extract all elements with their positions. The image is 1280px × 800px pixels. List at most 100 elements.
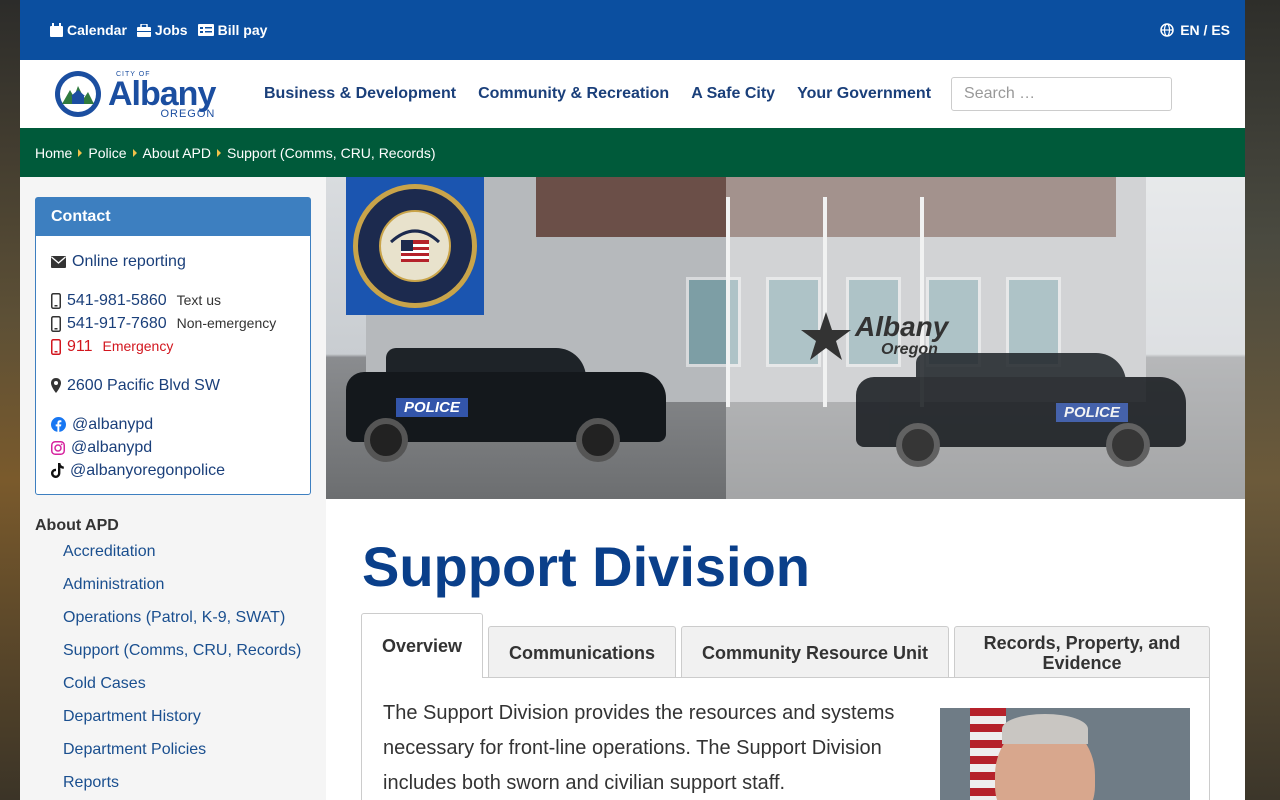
tab-list: Overview Communications Community Resour… xyxy=(361,613,1210,678)
nav-community-recreation[interactable]: Community & Recreation xyxy=(478,85,669,103)
side-nav-accreditation[interactable]: Accreditation xyxy=(35,541,326,574)
utility-links: Calendar Jobs Bill pay xyxy=(50,22,267,38)
phone-nonemergency-row[interactable]: 541-917-7680 Non-emergency xyxy=(51,312,295,335)
bill-pay-link[interactable]: Bill pay xyxy=(197,22,268,38)
logo-city: CITY OF xyxy=(116,71,151,78)
online-reporting-link[interactable]: Online reporting xyxy=(72,250,186,273)
phone-text-row[interactable]: 541-981-5860 Text us xyxy=(51,289,295,312)
page: Calendar Jobs Bill pay EN / ES CITY OF A… xyxy=(20,0,1245,800)
police-seal xyxy=(346,177,484,315)
breadcrumb-separator-icon xyxy=(132,148,137,157)
instagram-handle[interactable]: @albanypd xyxy=(71,436,152,459)
side-nav-reports[interactable]: Reports xyxy=(35,772,326,800)
instagram-icon xyxy=(51,440,65,455)
contact-body: Online reporting 541-981-5860 Text us 54… xyxy=(36,236,310,494)
phone-text-note: Text us xyxy=(176,292,221,308)
facebook-handle[interactable]: @albanypd xyxy=(72,413,153,436)
tiktok-icon xyxy=(51,463,64,478)
phone-text-number[interactable]: 541-981-5860 xyxy=(67,289,167,312)
police-car-label: POLICE xyxy=(1056,403,1128,422)
contact-title: Contact xyxy=(36,198,310,236)
breadcrumb-home[interactable]: Home xyxy=(35,145,72,161)
hero-image: POLICE POLICE Albany Oregon xyxy=(326,177,1245,499)
nav-business-development[interactable]: Business & Development xyxy=(264,85,456,103)
envelope-icon xyxy=(51,255,66,268)
nav-safe-city[interactable]: A Safe City xyxy=(691,85,775,103)
breadcrumb: Home Police About APD Support (Comms, CR… xyxy=(20,128,1245,177)
tab-overview[interactable]: Overview xyxy=(361,613,483,678)
logo-state: OREGON xyxy=(160,108,216,120)
star-icon xyxy=(801,312,851,360)
globe-icon xyxy=(1160,23,1174,37)
police-car-label: POLICE xyxy=(396,398,468,417)
tiktok-row[interactable]: @albanyoregonpolice xyxy=(51,459,295,482)
phone-emergency-note: Emergency xyxy=(102,338,174,354)
mobile-phone-icon xyxy=(51,315,61,332)
side-nav-support[interactable]: Support (Comms, CRU, Records) xyxy=(35,640,326,673)
site-header: CITY OF Albany OREGON Business & Develop… xyxy=(20,60,1245,128)
background-right xyxy=(1245,0,1280,800)
breadcrumb-police[interactable]: Police xyxy=(88,145,126,161)
nav-your-government[interactable]: Your Government xyxy=(797,85,931,103)
language-switcher[interactable]: EN / ES xyxy=(1160,22,1230,38)
address-link[interactable]: 2600 Pacific Blvd SW xyxy=(67,374,220,397)
sidebar: Contact Online reporting 541-981-5860 Te… xyxy=(20,177,326,800)
utility-bar: Calendar Jobs Bill pay EN / ES xyxy=(20,0,1245,60)
address-row[interactable]: 2600 Pacific Blvd SW xyxy=(51,374,295,397)
flag-icon xyxy=(389,229,441,262)
side-nav-administration[interactable]: Administration xyxy=(35,574,326,607)
instagram-row[interactable]: @albanypd xyxy=(51,436,295,459)
main-nav: Business & Development Community & Recre… xyxy=(264,85,931,103)
hero-logo-state: Oregon xyxy=(881,341,938,358)
tab-community-resource-unit[interactable]: Community Resource Unit xyxy=(681,626,949,678)
calendar-icon xyxy=(50,23,63,37)
side-nav: About APD Accreditation Administration O… xyxy=(35,517,326,800)
tab-communications[interactable]: Communications xyxy=(488,626,676,678)
side-nav-department-history[interactable]: Department History xyxy=(35,706,326,739)
jobs-label: Jobs xyxy=(154,22,188,38)
map-marker-icon xyxy=(51,378,61,393)
phone-emergency-row[interactable]: 911 Emergency xyxy=(51,335,295,358)
language-label: EN / ES xyxy=(1180,22,1230,38)
contact-card: Contact Online reporting 541-981-5860 Te… xyxy=(35,197,311,495)
phone-nonemergency-number[interactable]: 541-917-7680 xyxy=(67,312,167,335)
tiktok-handle[interactable]: @albanyoregonpolice xyxy=(70,459,225,482)
briefcase-icon xyxy=(136,23,151,37)
facebook-icon xyxy=(51,417,66,432)
bill-icon xyxy=(197,24,214,36)
search-input[interactable] xyxy=(951,77,1173,111)
breadcrumb-separator-icon xyxy=(78,148,83,157)
breadcrumb-current: Support (Comms, CRU, Records) xyxy=(227,144,436,161)
bill-pay-label: Bill pay xyxy=(217,22,268,38)
tab-panel-overview: The Support Division provides the resour… xyxy=(361,677,1210,800)
side-nav-title[interactable]: About APD xyxy=(35,517,326,535)
facebook-row[interactable]: @albanypd xyxy=(51,413,295,436)
calendar-label: Calendar xyxy=(67,22,127,38)
intro-text: The Support Division provides the resour… xyxy=(383,702,895,794)
jobs-link[interactable]: Jobs xyxy=(136,22,188,38)
captain-portrait xyxy=(940,708,1190,800)
side-nav-operations[interactable]: Operations (Patrol, K-9, SWAT) xyxy=(35,607,326,640)
phone-emergency-number[interactable]: 911 xyxy=(67,335,93,358)
background-left xyxy=(0,0,20,800)
city-seal-icon xyxy=(55,71,101,117)
main-content: POLICE POLICE Albany Oregon Support Divi… xyxy=(326,177,1245,800)
site-logo[interactable]: CITY OF Albany OREGON xyxy=(54,70,264,120)
breadcrumb-separator-icon xyxy=(217,148,221,157)
logo-name: Albany xyxy=(108,75,216,113)
mobile-phone-icon xyxy=(51,292,61,309)
phone-nonemergency-note: Non-emergency xyxy=(176,315,277,331)
hero-albany-logo: Albany Oregon xyxy=(801,312,948,360)
tab-records-property-evidence[interactable]: Records, Property, and Evidence xyxy=(954,626,1210,678)
breadcrumb-about-apd[interactable]: About APD xyxy=(143,145,212,161)
side-nav-cold-cases[interactable]: Cold Cases xyxy=(35,673,326,706)
police-badge-icon xyxy=(353,184,477,308)
calendar-link[interactable]: Calendar xyxy=(50,22,127,38)
mobile-phone-icon xyxy=(51,338,61,355)
side-nav-department-policies[interactable]: Department Policies xyxy=(35,739,326,772)
content-wrap: Contact Online reporting 541-981-5860 Te… xyxy=(20,177,1245,800)
police-car-left: POLICE xyxy=(346,342,666,462)
online-reporting-row[interactable]: Online reporting xyxy=(51,250,295,273)
police-car-right: POLICE xyxy=(856,347,1186,467)
logo-text: CITY OF Albany OREGON xyxy=(108,71,216,120)
